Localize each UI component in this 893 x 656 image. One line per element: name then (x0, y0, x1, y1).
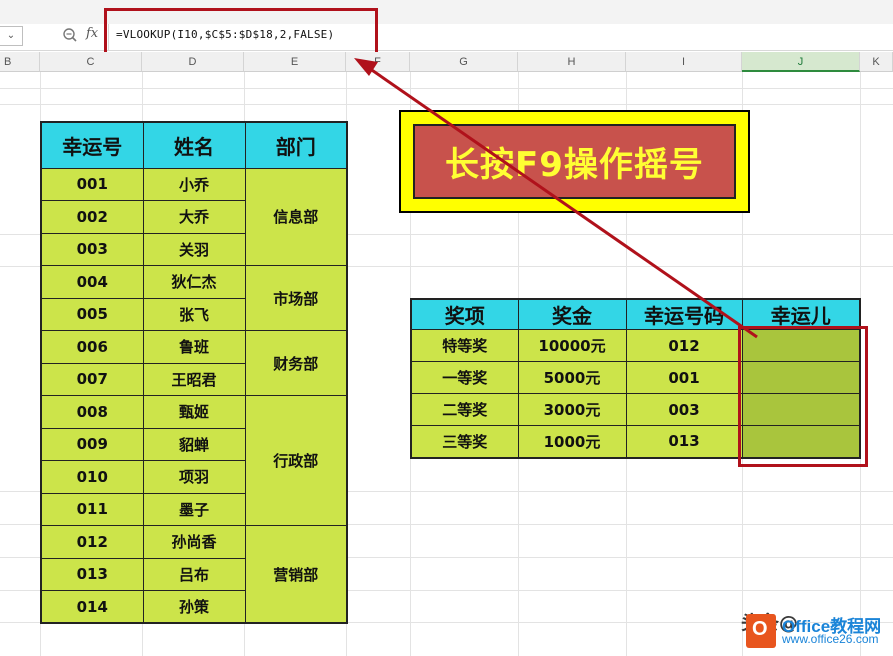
cell-number[interactable]: 011 (40, 492, 144, 526)
col-header-g[interactable]: G (410, 52, 518, 72)
cell-department[interactable]: 信息部 (244, 167, 348, 266)
cell-department[interactable]: 市场部 (244, 265, 348, 331)
cell-name[interactable]: 大乔 (142, 200, 246, 234)
formula-highlight-box (104, 8, 378, 58)
winner-highlight-box (738, 326, 868, 467)
instruction-banner-inner: 长按F9操作摇号 (413, 124, 736, 199)
cell-code[interactable]: 012 (625, 329, 743, 362)
col-header-j[interactable]: J (742, 52, 860, 72)
cell-name[interactable]: 狄仁杰 (142, 265, 246, 299)
cell-amount[interactable]: 10000元 (517, 329, 627, 362)
cell-name[interactable]: 墨子 (142, 492, 246, 526)
cell-number[interactable]: 003 (40, 232, 144, 266)
cell-name[interactable]: 孙尚香 (142, 525, 246, 559)
cell-name[interactable]: 张飞 (142, 297, 246, 331)
cell-amount[interactable]: 1000元 (517, 425, 627, 458)
cell-code[interactable]: 013 (625, 425, 743, 458)
office-logo-glyph-icon: O (752, 618, 768, 640)
cell-number[interactable]: 001 (40, 167, 144, 201)
col-header-h[interactable]: H (518, 52, 626, 72)
cell-name[interactable]: 吕布 (142, 557, 246, 591)
cell-amount[interactable]: 5000元 (517, 361, 627, 394)
cell-number[interactable]: 002 (40, 200, 144, 234)
col-header-i[interactable]: I (626, 52, 742, 72)
col-header-d[interactable]: D (142, 52, 244, 72)
header-department[interactable]: 部门 (244, 121, 348, 169)
banner-text: 长按F9操作摇号 (445, 145, 704, 185)
header-prize[interactable]: 奖项 (410, 298, 519, 330)
gridline (0, 104, 893, 105)
watermark-url: www.office26.com (782, 632, 879, 646)
cell-code[interactable]: 003 (625, 393, 743, 426)
cell-prize[interactable]: 一等奖 (410, 361, 519, 394)
cell-number[interactable]: 012 (40, 525, 144, 559)
cell-prize[interactable]: 三等奖 (410, 425, 519, 458)
cell-number[interactable]: 009 (40, 427, 144, 461)
cell-code[interactable]: 001 (625, 361, 743, 394)
name-box-dropdown[interactable]: ⌄ (0, 26, 23, 46)
cell-number[interactable]: 008 (40, 395, 144, 429)
cell-name[interactable]: 项羽 (142, 460, 246, 494)
col-header-c[interactable]: C (40, 52, 142, 72)
cell-name[interactable]: 鲁班 (142, 330, 246, 364)
cell-number[interactable]: 010 (40, 460, 144, 494)
cell-name[interactable]: 王昭君 (142, 362, 246, 396)
cell-department[interactable]: 财务部 (244, 330, 348, 396)
col-header-f[interactable]: F (346, 52, 410, 72)
col-header-b[interactable]: B (0, 52, 40, 72)
cell-prize[interactable]: 特等奖 (410, 329, 519, 362)
col-header-k[interactable]: K (860, 52, 893, 72)
header-winner[interactable]: 幸运儿 (741, 298, 861, 330)
cell-amount[interactable]: 3000元 (517, 393, 627, 426)
fx-icon[interactable]: fx (86, 26, 98, 41)
instruction-banner: 长按F9操作摇号 (399, 110, 750, 213)
header-lucky-number[interactable]: 幸运号 (40, 121, 144, 169)
roster-table: 幸运号 姓名 部门 001 小乔 信息部 002 大乔 003 关羽 004 狄仁杰 市场部… (40, 121, 348, 624)
cell-name[interactable]: 貂蝉 (142, 427, 246, 461)
cell-name[interactable]: 甄姬 (142, 395, 246, 429)
cell-number[interactable]: 005 (40, 297, 144, 331)
header-amount[interactable]: 奖金 (517, 298, 627, 330)
zoom-icon[interactable] (62, 27, 78, 43)
cell-department[interactable]: 营销部 (244, 525, 348, 624)
cell-number[interactable]: 004 (40, 265, 144, 299)
cell-name[interactable]: 小乔 (142, 167, 246, 201)
cell-number[interactable]: 006 (40, 330, 144, 364)
col-header-e[interactable]: E (244, 52, 346, 72)
cell-name[interactable]: 关羽 (142, 232, 246, 266)
cell-number[interactable]: 013 (40, 557, 144, 591)
cell-number[interactable]: 014 (40, 590, 144, 624)
cell-number[interactable]: 007 (40, 362, 144, 396)
header-name[interactable]: 姓名 (142, 121, 246, 169)
gridline (0, 88, 893, 89)
cell-prize[interactable]: 二等奖 (410, 393, 519, 426)
cell-department[interactable]: 行政部 (244, 395, 348, 526)
cell-name[interactable]: 孙策 (142, 590, 246, 624)
header-lucky-code[interactable]: 幸运号码 (625, 298, 743, 330)
